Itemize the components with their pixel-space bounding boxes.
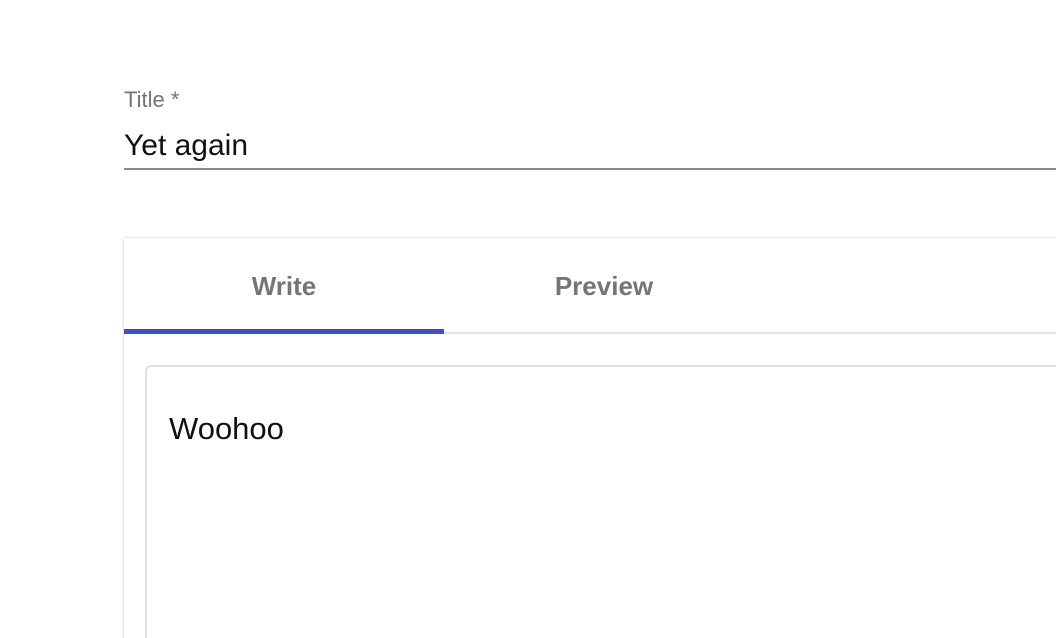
tab-preview-label: Preview (554, 270, 654, 301)
tab-preview[interactable]: Preview (444, 238, 764, 334)
title-input[interactable] (124, 124, 1056, 170)
title-field: Title * (124, 84, 1056, 178)
active-tab-indicator (124, 329, 444, 334)
title-label: Title * (124, 87, 180, 112)
page: Title * Write Preview Woohoo (0, 0, 1056, 638)
markdown-content: Woohoo (169, 411, 284, 446)
editor-card: Write Preview Woohoo (124, 238, 1056, 638)
tab-write[interactable]: Write (124, 238, 444, 334)
tab-write-label: Write (251, 270, 317, 301)
markdown-textarea[interactable]: Woohoo (145, 365, 1056, 638)
editor-tabs: Write Preview (124, 238, 1056, 334)
